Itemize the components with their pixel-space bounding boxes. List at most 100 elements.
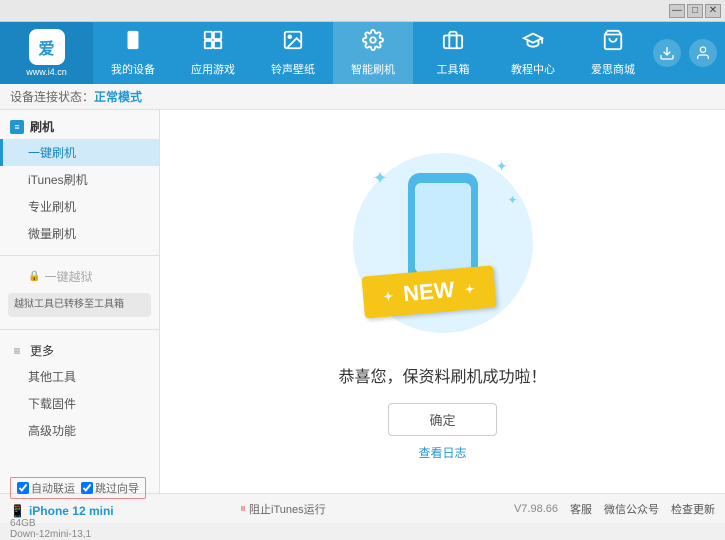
phone-illustration <box>408 173 478 283</box>
tutorial-icon <box>522 29 544 57</box>
phone-small-icon: 📱 <box>10 504 25 518</box>
nav-store-label: 爱思商城 <box>591 61 635 77</box>
device-storage: 64GB <box>10 518 146 529</box>
nav-smart-flash-label: 智能刷机 <box>351 61 395 77</box>
bottom-right: V7.98.66 客服 微信公众号 检查更新 <box>514 501 715 517</box>
sidebar-flash-label: 刷机 <box>30 118 54 135</box>
wechat-link[interactable]: 微信公众号 <box>604 501 659 517</box>
close-button[interactable]: ✕ <box>705 4 721 18</box>
status-bar: 设备连接状态： 正常模式 <box>0 84 725 110</box>
header: 爱 www.i4.cn 我的设备 应用游戏 铃声壁纸 智能刷机 <box>0 22 725 84</box>
micro-label: 微量刷机 <box>28 227 76 241</box>
store-icon <box>602 29 624 57</box>
logo-icon: 爱 <box>29 29 65 65</box>
success-message: 恭喜您，保资料刷机成功啦！ <box>338 363 546 387</box>
lock-icon: 🔒 <box>28 271 40 282</box>
sparkle-icon-2: ✦ <box>496 158 508 175</box>
auto-connect-checkbox[interactable]: 自动联运 <box>17 480 75 496</box>
stop-itunes-label: 阻止iTunes运行 <box>249 501 326 517</box>
nav-app-game-label: 应用游戏 <box>191 61 235 77</box>
device-model: Down-12mini-13,1 <box>10 529 146 540</box>
nav-toolbox-label: 工具箱 <box>437 61 470 77</box>
main-area: ≡ 刷机 一键刷机 iTunes刷机 专业刷机 微量刷机 🔒 一键越狱 <box>0 110 725 493</box>
advanced-label: 高级功能 <box>28 424 76 438</box>
nav-app-game[interactable]: 应用游戏 <box>173 22 253 84</box>
bottom-center: ⏸ 阻止iTunes运行 <box>230 501 514 517</box>
status-label: 设备连接状态： <box>10 88 94 105</box>
status-value: 正常模式 <box>94 88 142 105</box>
main-content: ✦ ✦ ✦ NEW 恭喜您，保资料刷机成功啦！ 确定 查看日志 <box>160 110 725 493</box>
stop-itunes-button[interactable]: ⏸ 阻止iTunes运行 <box>240 501 326 517</box>
phone-icon <box>122 29 144 57</box>
sidebar-flash-header: ≡ 刷机 <box>0 114 159 139</box>
sidebar-more-header: ≡ 更多 <box>0 338 159 363</box>
jailbreak-notice: 越狱工具已转移至工具箱 <box>8 293 151 317</box>
nav-smart-flash[interactable]: 智能刷机 <box>333 22 413 84</box>
smart-icon <box>362 29 384 57</box>
sidebar-item-onekey[interactable]: 一键刷机 <box>0 139 159 166</box>
version-text: V7.98.66 <box>514 503 558 515</box>
title-bar: — □ ✕ <box>0 0 725 22</box>
user-button[interactable] <box>689 39 717 67</box>
minimize-button[interactable]: — <box>669 4 685 18</box>
nav-items: 我的设备 应用游戏 铃声壁纸 智能刷机 工具箱 <box>93 22 653 84</box>
phone-screen <box>415 183 471 273</box>
nav-my-device-label: 我的设备 <box>111 61 155 77</box>
nav-tutorial[interactable]: 教程中心 <box>493 22 573 84</box>
logo-area[interactable]: 爱 www.i4.cn <box>0 22 93 84</box>
sidebar-more-section: ≡ 更多 其他工具 下载固件 高级功能 <box>0 334 159 448</box>
skip-wizard-label: 跳过向导 <box>95 480 139 496</box>
jailbreak-notice-text: 越狱工具已转移至工具箱 <box>14 299 124 310</box>
sidebar-item-micro[interactable]: 微量刷机 <box>0 220 159 247</box>
stop-icon: ⏸ <box>240 501 246 516</box>
more-section-icon: ≡ <box>10 344 24 358</box>
maximize-button[interactable]: □ <box>687 4 703 18</box>
success-illustration: ✦ ✦ ✦ NEW <box>343 143 543 343</box>
sidebar-item-advanced[interactable]: 高级功能 <box>0 417 159 444</box>
sidebar-jailbreak-header: 🔒 一键越狱 <box>0 264 159 289</box>
firmware-label: 下载固件 <box>28 397 76 411</box>
nav-tutorial-label: 教程中心 <box>511 61 555 77</box>
sparkle-icon-1: ✦ <box>373 168 388 189</box>
customer-service-link[interactable]: 客服 <box>570 501 592 517</box>
nav-wallpaper[interactable]: 铃声壁纸 <box>253 22 333 84</box>
nav-my-device[interactable]: 我的设备 <box>93 22 173 84</box>
download-button[interactable] <box>653 39 681 67</box>
auto-connect-input[interactable] <box>17 482 29 494</box>
logo-letter: 爱 <box>38 35 54 59</box>
sparkle-icon-3: ✦ <box>507 193 517 207</box>
nav-toolbox[interactable]: 工具箱 <box>413 22 493 84</box>
nav-wallpaper-label: 铃声壁纸 <box>271 61 315 77</box>
check-update-link[interactable]: 检查更新 <box>671 501 715 517</box>
sidebar-more-label: 更多 <box>30 342 54 359</box>
sidebar-item-pro[interactable]: 专业刷机 <box>0 193 159 220</box>
flash-section-icon: ≡ <box>10 120 24 134</box>
other-tools-label: 其他工具 <box>28 370 76 384</box>
sidebar-flash-section: ≡ 刷机 一键刷机 iTunes刷机 专业刷机 微量刷机 <box>0 110 159 251</box>
app-icon <box>202 29 224 57</box>
confirm-button[interactable]: 确定 <box>388 403 496 436</box>
pro-label: 专业刷机 <box>28 200 76 214</box>
onekey-label: 一键刷机 <box>28 146 76 160</box>
device-name: iPhone 12 mini <box>29 504 114 518</box>
sidebar-divider-2 <box>0 329 159 330</box>
wallpaper-icon <box>282 29 304 57</box>
sidebar-jailbreak-section: 🔒 一键越狱 越狱工具已转移至工具箱 <box>0 260 159 325</box>
skip-wizard-checkbox[interactable]: 跳过向导 <box>81 480 139 496</box>
sidebar: ≡ 刷机 一键刷机 iTunes刷机 专业刷机 微量刷机 🔒 一键越狱 <box>0 110 160 493</box>
device-info: 📱 iPhone 12 mini 64GB Down-12mini-13,1 <box>10 504 146 540</box>
sidebar-item-itunes[interactable]: iTunes刷机 <box>0 166 159 193</box>
sidebar-item-other-tools[interactable]: 其他工具 <box>0 363 159 390</box>
view-log-link[interactable]: 查看日志 <box>418 444 466 461</box>
new-badge-text: NEW <box>402 276 455 305</box>
bottom-bar: 自动联运 跳过向导 📱 iPhone 12 mini 64GB Down-12m… <box>0 493 725 523</box>
toolbox-icon <box>442 29 464 57</box>
nav-right-buttons <box>653 39 725 67</box>
jailbreak-label: 一键越狱 <box>44 268 92 285</box>
sidebar-item-firmware[interactable]: 下载固件 <box>0 390 159 417</box>
bottom-left: 自动联运 跳过向导 📱 iPhone 12 mini 64GB Down-12m… <box>10 477 230 540</box>
sidebar-divider-1 <box>0 255 159 256</box>
nav-store[interactable]: 爱思商城 <box>573 22 653 84</box>
auto-connect-label: 自动联运 <box>31 480 75 496</box>
skip-wizard-input[interactable] <box>81 482 93 494</box>
